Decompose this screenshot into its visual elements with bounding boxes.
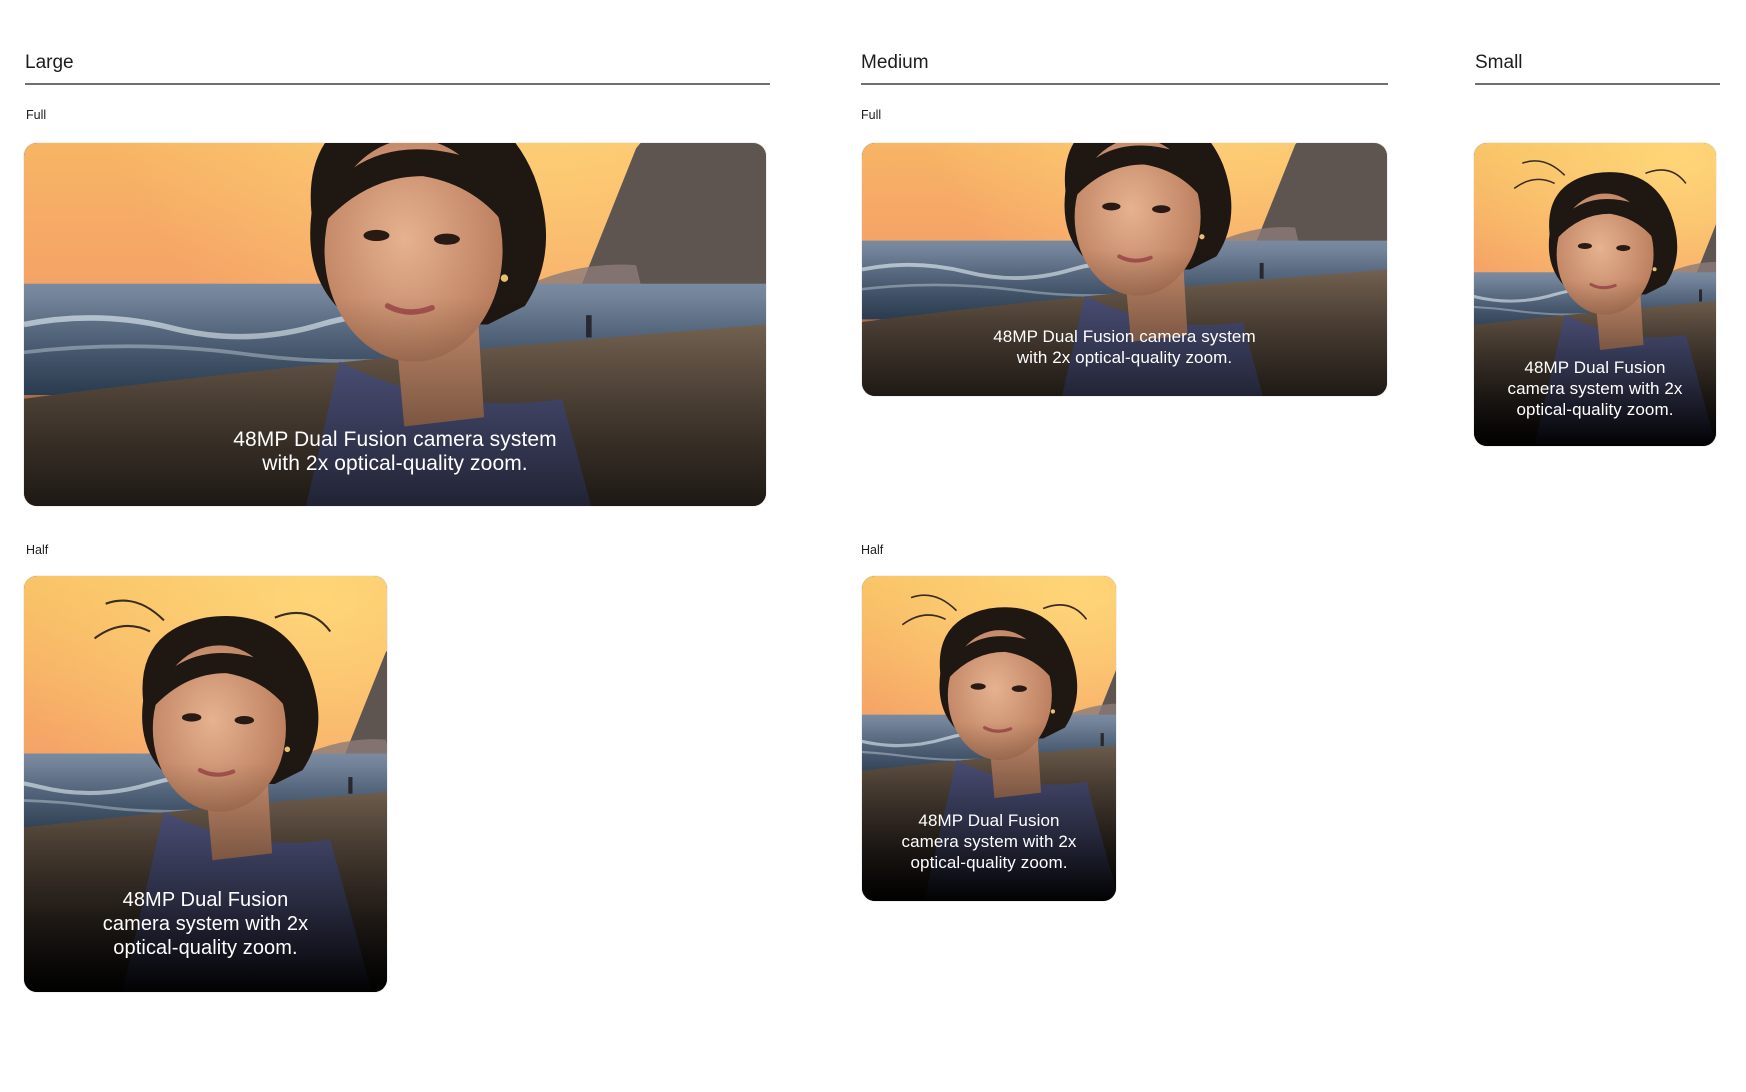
caption-line: camera system with 2x	[901, 832, 1077, 851]
column-divider-medium	[861, 83, 1388, 85]
caption-line: camera system with 2x	[102, 913, 309, 935]
caption-line: 48MP Dual Fusion	[1524, 358, 1666, 377]
column-title-small: Small	[1475, 52, 1523, 73]
tile-caption: 48MP Dual Fusion camera system with 2x o…	[24, 428, 766, 476]
caption-line: camera system with 2x	[1507, 379, 1683, 398]
column-divider-small	[1475, 83, 1720, 85]
column-divider-large	[25, 83, 770, 85]
tile-small-full[interactable]: 48MP Dual Fusion camera system with 2x o…	[1474, 143, 1716, 446]
tile-medium-half[interactable]: 48MP Dual Fusion camera system with 2x o…	[862, 576, 1116, 901]
caption-line: 48MP Dual Fusion camera system	[233, 428, 557, 451]
variant-label-medium-full: Full	[861, 108, 882, 122]
caption-line: optical-quality zoom.	[1516, 400, 1674, 419]
column-title-medium: Medium	[861, 52, 929, 73]
caption-line: 48MP Dual Fusion	[918, 811, 1060, 830]
tile-large-half[interactable]: 48MP Dual Fusion camera system with 2x o…	[24, 576, 387, 992]
tile-medium-full[interactable]: 48MP Dual Fusion camera system with 2x o…	[862, 143, 1387, 396]
tile-large-full[interactable]: 48MP Dual Fusion camera system with 2x o…	[24, 143, 766, 506]
tile-caption: 48MP Dual Fusion camera system with 2x o…	[24, 888, 387, 960]
caption-line: with 2x optical-quality zoom.	[1016, 348, 1233, 367]
variant-label-large-full: Full	[26, 108, 47, 122]
column-title-large: Large	[25, 52, 74, 73]
caption-line: 48MP Dual Fusion	[122, 889, 289, 911]
caption-line: optical-quality zoom.	[910, 853, 1068, 872]
caption-line: optical-quality zoom.	[113, 937, 298, 959]
variant-label-large-half: Half	[26, 543, 49, 557]
caption-line: with 2x optical-quality zoom.	[262, 452, 528, 475]
tile-caption: 48MP Dual Fusion camera system with 2x o…	[1474, 357, 1716, 420]
caption-line: 48MP Dual Fusion camera system	[993, 327, 1256, 346]
tile-caption: 48MP Dual Fusion camera system with 2x o…	[862, 326, 1387, 368]
variant-label-medium-half: Half	[861, 543, 884, 557]
tile-caption: 48MP Dual Fusion camera system with 2x o…	[862, 810, 1116, 873]
